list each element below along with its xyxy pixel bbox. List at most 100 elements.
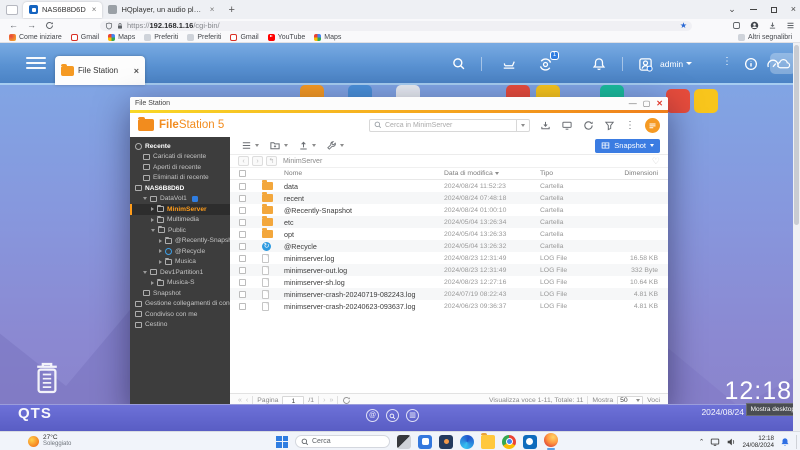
column-name[interactable]: Nome: [284, 170, 444, 177]
more-options-icon[interactable]: ⋮: [722, 56, 732, 67]
window-minimize-button[interactable]: [750, 9, 757, 10]
file-row[interactable]: opt2024/05/04 13:26:33Cartella: [230, 228, 668, 240]
first-page-icon[interactable]: «: [238, 397, 242, 404]
row-checkbox[interactable]: [239, 255, 246, 262]
sidebar-item-aperti-di-recente[interactable]: Aperti di recente: [130, 162, 230, 173]
row-checkbox[interactable]: [239, 267, 246, 274]
sidebar-item-condiviso-con-me[interactable]: Condiviso con me: [130, 309, 230, 320]
sidebar-item-musica-s[interactable]: Musica-S: [130, 278, 230, 289]
bookmark-item[interactable]: Gmail: [230, 34, 258, 41]
profile-icon[interactable]: [750, 21, 759, 30]
search-options-dropdown[interactable]: [517, 119, 530, 132]
nav-forward-button[interactable]: ›: [252, 156, 263, 166]
file-row[interactable]: etc2024/05/04 13:26:34Cartella: [230, 216, 668, 228]
chat-icon[interactable]: [418, 435, 432, 449]
file-row[interactable]: minimserver-crash-20240719-082243.log202…: [230, 288, 668, 300]
file-row[interactable]: ↻@Recycle2024/05/04 13:26:32Cartella: [230, 240, 668, 252]
file-row[interactable]: data2024/08/24 11:52:23Cartella: [230, 180, 668, 192]
background-tasks-icon[interactable]: [500, 55, 518, 73]
task-view-icon[interactable]: [397, 435, 411, 449]
dock-recent-apps-icon[interactable]: @: [366, 409, 379, 422]
bookmark-item[interactable]: Preferiti: [187, 34, 221, 41]
breadcrumb-path[interactable]: MinimServer: [283, 158, 322, 165]
prev-page-icon[interactable]: ‹: [246, 397, 248, 404]
window-title-bar[interactable]: File Station — ▢ ✕: [130, 97, 668, 110]
file-explorer-icon[interactable]: [481, 435, 495, 449]
last-page-icon[interactable]: »: [329, 397, 333, 404]
sidebar-item-recente[interactable]: Recente: [130, 141, 230, 152]
tray-overflow-chevron-icon[interactable]: ⌃: [699, 438, 705, 446]
firefox-view-icon[interactable]: [6, 5, 18, 15]
file-row[interactable]: minimserver-crash-20240623-093637.log202…: [230, 300, 668, 312]
bookmark-item[interactable]: YouTube: [268, 34, 306, 41]
sidebar-item-gestione-collegamenti-di-condivisione[interactable]: Gestione collegamenti di condivisione: [130, 299, 230, 310]
desktop-app-icon[interactable]: [694, 89, 718, 113]
row-checkbox[interactable]: [239, 207, 246, 214]
sidebar-item-minimserver[interactable]: MinimServer: [130, 204, 230, 215]
qts-app-tab-file-station[interactable]: File Station ×: [55, 56, 145, 85]
downloads-icon[interactable]: [768, 21, 777, 30]
expand-right-icon[interactable]: [151, 218, 154, 222]
column-modified[interactable]: Data di modifica: [444, 170, 540, 177]
reload-button[interactable]: [45, 21, 54, 30]
tray-volume-icon[interactable]: [726, 437, 736, 447]
remote-display-icon[interactable]: [561, 120, 573, 131]
recycle-bin-desktop-icon[interactable]: [30, 357, 64, 399]
browser-tab-nas[interactable]: NAS6B8D6D ×: [23, 2, 102, 18]
start-button[interactable]: [276, 436, 288, 448]
expand-down-icon[interactable]: [143, 197, 147, 200]
sidebar-item-datavol1[interactable]: DataVol1: [130, 194, 230, 205]
expand-right-icon[interactable]: [151, 281, 154, 285]
filter-funnel-icon[interactable]: [604, 120, 615, 131]
sidebar-item--recently-snapshot[interactable]: @Recently-Snapshot: [130, 236, 230, 247]
row-checkbox[interactable]: [239, 279, 246, 286]
tab-close-icon[interactable]: ×: [210, 5, 215, 14]
select-all-checkbox[interactable]: [239, 170, 246, 177]
maximize-button[interactable]: ▢: [643, 100, 651, 108]
create-folder-button[interactable]: [266, 138, 291, 153]
row-checkbox[interactable]: [239, 195, 246, 202]
file-row[interactable]: minimserver-out.log2024/08/23 12:31:49LO…: [230, 264, 668, 276]
row-checkbox[interactable]: [239, 219, 246, 226]
expand-right-icon[interactable]: [159, 249, 162, 253]
bookmark-star-icon[interactable]: ★: [680, 21, 687, 30]
column-size[interactable]: Dimensioni: [598, 170, 658, 177]
forward-button[interactable]: →: [27, 21, 36, 30]
tab-close-icon[interactable]: ×: [92, 5, 97, 14]
show-desktop-strip[interactable]: [796, 435, 797, 449]
sidebar-item-dev1partition1[interactable]: Dev1Partition1: [130, 267, 230, 278]
file-row[interactable]: minimserver.log2024/08/23 12:31:49LOG Fi…: [230, 252, 668, 264]
background-task-icon[interactable]: [540, 120, 551, 131]
dock-search-icon[interactable]: [386, 409, 399, 422]
bookmark-item[interactable]: Maps: [314, 34, 341, 41]
upload-button[interactable]: [295, 138, 319, 153]
info-icon[interactable]: [742, 55, 760, 73]
file-row[interactable]: @Recently-Snapshot2024/08/24 01:00:10Car…: [230, 204, 668, 216]
bookmark-item[interactable]: Come iniziare: [9, 34, 62, 41]
search-input[interactable]: Cerca in MinimServer: [369, 119, 517, 132]
sidebar-item-nas6b8d6d[interactable]: NAS6B8D6D: [130, 183, 230, 194]
notifications-bell-icon[interactable]: [590, 55, 608, 73]
bookmark-item[interactable]: Maps: [108, 34, 135, 41]
qsync-status-icon[interactable]: [645, 118, 660, 133]
minimize-button[interactable]: —: [629, 100, 637, 108]
outlook-icon[interactable]: [523, 435, 537, 449]
next-page-icon[interactable]: ›: [323, 397, 325, 404]
sidebar-item-eliminati-di-recente[interactable]: Eliminati di recente: [130, 173, 230, 184]
row-checkbox[interactable]: [239, 291, 246, 298]
tray-display-icon[interactable]: [710, 437, 720, 447]
expand-right-icon[interactable]: [159, 260, 162, 264]
sidebar-item-snapshot[interactable]: Snapshot: [130, 288, 230, 299]
sidebar-item--recycle[interactable]: @Recycle: [130, 246, 230, 257]
sidebar-item-caricati-di-recente[interactable]: Caricati di recente: [130, 152, 230, 163]
window-maximize-button[interactable]: [771, 7, 777, 13]
more-menu-icon[interactable]: ⋮: [625, 120, 635, 131]
nav-back-button[interactable]: ‹: [238, 156, 249, 166]
browser-tab-hqplayer[interactable]: HQplayer, un audio player per i ×: [102, 2, 220, 18]
expand-right-icon[interactable]: [159, 239, 162, 243]
chrome-icon[interactable]: [502, 435, 516, 449]
sidebar-item-multimedia[interactable]: Multimedia: [130, 215, 230, 226]
bookmark-item[interactable]: Gmail: [71, 34, 99, 41]
taskbar-search-input[interactable]: Cerca: [295, 435, 390, 448]
sidebar-item-musica[interactable]: Musica: [130, 257, 230, 268]
